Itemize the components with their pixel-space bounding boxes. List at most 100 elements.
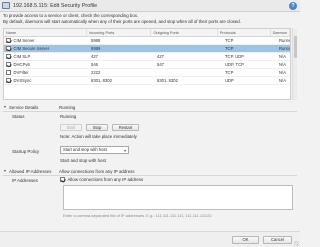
table-row[interactable]: DHCPv6 546 547 UDP, TCP N/A bbox=[4, 61, 290, 69]
service-details-header[interactable]: Service Details Running bbox=[3, 103, 297, 111]
scrollbar-thumb[interactable] bbox=[294, 36, 297, 58]
services-table: Name Incoming Ports Outgoing Ports Proto… bbox=[3, 28, 291, 100]
daemon-status-cell: N/A bbox=[277, 78, 290, 83]
daemon-status-text: N/A bbox=[279, 62, 286, 67]
status-label: Status bbox=[12, 114, 25, 119]
outgoing-ports-cell: 547 bbox=[155, 62, 223, 67]
details-panel: Service Details Running Status Running S… bbox=[3, 103, 297, 229]
service-name-cell: CIM SLP bbox=[4, 54, 89, 59]
column-header-protocols[interactable]: Protocols bbox=[218, 29, 271, 36]
daemon-status-text: Running bbox=[279, 38, 290, 43]
action-note: Note: Action will take place immediately bbox=[60, 134, 137, 139]
ok-button[interactable]: OK bbox=[232, 236, 259, 244]
service-name-text: CIM Server bbox=[13, 38, 35, 43]
service-name-cell: DVFilter bbox=[4, 70, 89, 75]
service-name-text: CIM SLP bbox=[13, 54, 31, 59]
daemon-status-cell: N/A bbox=[277, 70, 290, 75]
status-value: Running bbox=[60, 114, 77, 119]
daemon-status-cell: Running bbox=[277, 46, 290, 51]
table-row[interactable]: CIM SLP 427 427 TCP, UDP N/A bbox=[4, 53, 290, 61]
protocols-text: UDP bbox=[225, 78, 234, 83]
service-details-title: Service Details bbox=[9, 104, 39, 110]
incoming-ports-cell: 427 bbox=[89, 54, 155, 59]
window-titlebar: 192.168.5.115: Edit Security Profile ? bbox=[0, 0, 300, 12]
protocols-cell: TCP, UDP bbox=[223, 54, 277, 59]
host-icon bbox=[2, 2, 10, 9]
service-name-cell: DHCPv6 bbox=[4, 62, 89, 67]
daemon-status-cell: Running bbox=[277, 38, 290, 43]
protocols-text: TCP bbox=[225, 46, 234, 51]
startup-policy-selected: Start and stop with host bbox=[63, 147, 107, 152]
table-scrollbar[interactable] bbox=[292, 28, 297, 100]
table-row[interactable]: DVSSync 8301, 8302 8301, 8302 UDP N/A bbox=[4, 77, 290, 85]
allowed-ip-title: Allowed IP Addresses bbox=[9, 168, 52, 174]
service-name-text: DVFilter bbox=[13, 70, 29, 75]
incoming-ports-text: 5989 bbox=[91, 46, 101, 51]
protocols-cell: TCP bbox=[223, 46, 277, 51]
checkbox[interactable] bbox=[60, 177, 65, 182]
column-header-name[interactable]: Name bbox=[4, 29, 87, 36]
incoming-ports-text: 8301, 8302 bbox=[91, 78, 112, 83]
service-name-cell: DVSSync bbox=[4, 78, 89, 83]
allow-any-ip-checkbox[interactable]: Allow connections from any IP address bbox=[60, 177, 143, 182]
daemon-status-text: N/A bbox=[279, 78, 286, 83]
protocols-cell: TCP bbox=[223, 70, 277, 75]
outgoing-ports-text: 8301, 8302 bbox=[157, 78, 178, 83]
daemon-status-cell: N/A bbox=[277, 62, 290, 67]
startup-policy-label: Startup Policy bbox=[12, 149, 40, 154]
protocols-text: TCP bbox=[225, 70, 234, 75]
ip-addresses-hint: Enter a comma-separated list of IP addre… bbox=[63, 213, 212, 218]
protocols-cell: UDP, TCP bbox=[223, 62, 277, 67]
protocols-text: UDP, TCP bbox=[225, 62, 244, 67]
service-checkbox[interactable] bbox=[6, 46, 11, 51]
table-row[interactable]: CIM Secure Server 5989 TCP Running bbox=[4, 45, 290, 53]
collapse-caret-icon[interactable] bbox=[4, 170, 6, 172]
service-details-body: Status Running Start Stop Restart Note: … bbox=[3, 111, 297, 167]
service-name-text: DHCPv6 bbox=[13, 62, 30, 67]
incoming-ports-text: 546 bbox=[91, 62, 98, 67]
service-checkbox[interactable] bbox=[6, 38, 11, 43]
column-header-daemon[interactable]: Daemon bbox=[271, 29, 290, 36]
outgoing-ports-text: 427 bbox=[157, 54, 164, 59]
column-header-outgoing-ports[interactable]: Outgoing Ports bbox=[151, 29, 218, 36]
service-checkbox[interactable] bbox=[6, 54, 11, 59]
window-title: 192.168.5.115: Edit Security Profile bbox=[13, 2, 98, 9]
resize-grip-icon[interactable] bbox=[294, 241, 299, 246]
help-icon[interactable]: ? bbox=[289, 2, 297, 10]
service-checkbox[interactable] bbox=[6, 62, 11, 67]
startup-policy-select[interactable]: Start and stop with host bbox=[60, 146, 129, 154]
ip-addresses-input[interactable] bbox=[63, 185, 293, 210]
incoming-ports-cell: 2222 bbox=[89, 70, 155, 75]
description: To provide access to a service or client… bbox=[3, 13, 297, 24]
table-row[interactable]: CIM Server 5988 TCP Running bbox=[4, 37, 290, 45]
startup-policy-text: Start and stop with host bbox=[60, 158, 106, 163]
incoming-ports-cell: 5988 bbox=[89, 38, 155, 43]
table-row[interactable]: DVFilter 2222 TCP N/A bbox=[4, 69, 290, 77]
daemon-status-text: N/A bbox=[279, 70, 286, 75]
incoming-ports-text: 427 bbox=[91, 54, 98, 59]
dialog-footer: OK Cancel bbox=[0, 231, 300, 247]
incoming-ports-cell: 5989 bbox=[89, 46, 155, 51]
daemon-status-cell: N/A bbox=[277, 54, 290, 59]
start-button[interactable]: Start bbox=[60, 124, 82, 131]
protocols-text: TCP, UDP bbox=[225, 54, 245, 59]
allow-any-ip-label: Allow connections from any IP address bbox=[67, 177, 144, 182]
service-checkbox[interactable] bbox=[6, 78, 11, 83]
outgoing-ports-text: 547 bbox=[157, 62, 164, 67]
restart-button[interactable]: Restart bbox=[112, 124, 139, 131]
service-checkbox[interactable] bbox=[6, 70, 11, 75]
outgoing-ports-cell: 427 bbox=[155, 54, 223, 59]
allowed-ip-header[interactable]: Allowed IP Addresses Allow connections f… bbox=[3, 167, 297, 175]
service-name-cell: CIM Server bbox=[4, 38, 89, 43]
protocols-cell: TCP bbox=[223, 38, 277, 43]
allowed-ip-summary: Allow connections from any IP address bbox=[59, 168, 135, 174]
collapse-caret-icon[interactable] bbox=[4, 106, 6, 108]
daemon-status-text: Running bbox=[279, 46, 290, 51]
incoming-ports-text: 5988 bbox=[91, 38, 101, 43]
stop-button[interactable]: Stop bbox=[86, 124, 108, 131]
column-header-incoming-ports[interactable]: Incoming Ports bbox=[87, 29, 152, 36]
protocols-cell: UDP bbox=[223, 78, 277, 83]
cancel-button[interactable]: Cancel bbox=[263, 236, 292, 244]
chevron-down-icon bbox=[124, 149, 126, 152]
service-name-text: CIM Secure Server bbox=[13, 46, 50, 51]
